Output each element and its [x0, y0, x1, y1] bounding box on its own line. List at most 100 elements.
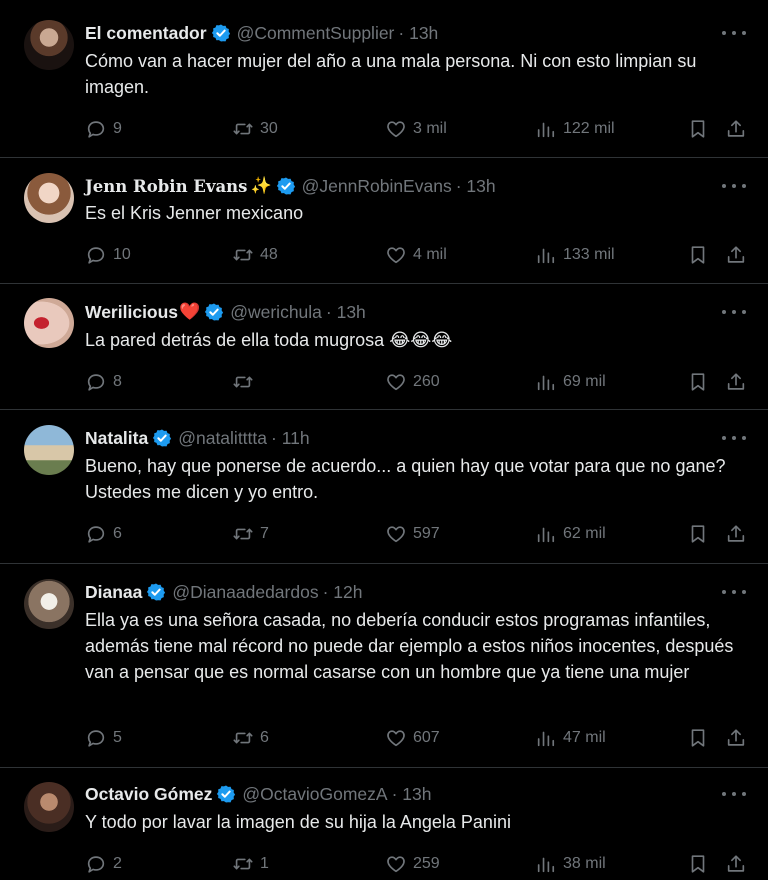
like-button[interactable]: 607 [385, 726, 440, 750]
bookmark-icon [687, 118, 709, 140]
display-name[interactable]: Werilicious [85, 302, 178, 323]
bookmark-button[interactable] [687, 117, 709, 141]
bookmark-button[interactable] [687, 522, 709, 546]
reply-button[interactable]: 6 [85, 522, 122, 546]
timestamp[interactable]: · 11h [271, 428, 310, 449]
views-button[interactable]: 69 mil [535, 370, 606, 394]
verified-badge-icon [216, 784, 236, 804]
share-button[interactable] [725, 243, 747, 267]
views-button[interactable]: 38 mil [535, 852, 606, 876]
like-button[interactable]: 3 mil [385, 117, 447, 141]
views-icon [535, 853, 557, 875]
reply-count: 9 [113, 120, 122, 137]
timestamp[interactable]: · 13h [392, 784, 432, 805]
like-button[interactable]: 597 [385, 522, 440, 546]
tweet[interactable]: Natalita @natalitttta · 11h Bueno, hay q… [0, 410, 768, 564]
reply-button[interactable]: 5 [85, 726, 122, 750]
reply-icon [85, 118, 107, 140]
handle[interactable]: @Dianaadedardos [172, 582, 318, 603]
like-count: 3 mil [413, 120, 447, 137]
share-button[interactable] [725, 370, 747, 394]
bookmark-button[interactable] [687, 370, 709, 394]
more-icon[interactable] [722, 784, 746, 804]
view-count: 62 mil [563, 525, 606, 542]
more-icon[interactable] [722, 23, 746, 43]
tweet[interactable]: Werilicious ❤️ @werichula · 13h La pared… [0, 284, 768, 410]
avatar[interactable] [24, 425, 74, 475]
views-button[interactable]: 133 mil [535, 243, 615, 267]
views-button[interactable]: 47 mil [535, 726, 606, 750]
avatar[interactable] [24, 782, 74, 832]
tweet[interactable]: Octavio Gómez @OctavioGomezA · 13h Y tod… [0, 768, 768, 880]
share-button[interactable] [725, 117, 747, 141]
display-name[interactable]: Natalita [85, 428, 148, 449]
display-name[interactable]: Dianaa [85, 582, 142, 603]
retweet-icon [232, 371, 254, 393]
tweet[interactable]: Jenn Robin Evans ✨ @JennRobinEvans · 13h… [0, 158, 768, 284]
display-name[interactable]: Jenn Robin Evans [85, 177, 247, 196]
timestamp[interactable]: · 13h [456, 176, 496, 197]
like-button[interactable]: 260 [385, 370, 440, 394]
timestamp[interactable]: · 13h [398, 23, 438, 44]
reply-button[interactable]: 10 [85, 243, 131, 267]
tweet[interactable]: El comentador @CommentSupplier · 13h Cóm… [0, 0, 768, 158]
avatar[interactable] [24, 20, 74, 70]
retweet-count: 6 [260, 729, 269, 746]
heart-icon [385, 727, 407, 749]
bookmark-button[interactable] [687, 726, 709, 750]
like-button[interactable]: 259 [385, 852, 440, 876]
handle[interactable]: @CommentSupplier [237, 23, 395, 44]
like-count: 4 mil [413, 246, 447, 263]
reply-count: 5 [113, 729, 122, 746]
sparkles-emoji: ✨ [250, 176, 272, 195]
views-button[interactable]: 122 mil [535, 117, 615, 141]
handle[interactable]: @JennRobinEvans [302, 176, 452, 197]
retweet-icon [232, 853, 254, 875]
more-icon[interactable] [722, 582, 746, 602]
tweet-text: Y todo por lavar la imagen de su hija la… [85, 812, 511, 832]
timestamp[interactable]: · 12h [323, 582, 363, 603]
handle[interactable]: @werichula [230, 302, 322, 323]
retweet-button[interactable]: 7 [232, 522, 269, 546]
avatar[interactable] [24, 579, 74, 629]
retweet-button[interactable] [232, 370, 260, 394]
share-button[interactable] [725, 522, 747, 546]
retweet-count: 48 [260, 246, 278, 263]
share-button[interactable] [725, 726, 747, 750]
share-button[interactable] [725, 852, 747, 876]
reply-button[interactable]: 2 [85, 852, 122, 876]
bookmark-button[interactable] [687, 243, 709, 267]
share-icon [725, 118, 747, 140]
retweet-icon [232, 523, 254, 545]
handle[interactable]: @natalitttta [178, 428, 267, 449]
tweet[interactable]: Dianaa @Dianaadedardos · 12h Ella ya es … [0, 564, 768, 768]
display-name[interactable]: El comentador [85, 23, 207, 44]
avatar[interactable] [24, 298, 74, 348]
heart-emoji: ❤️ [179, 302, 201, 321]
views-icon [535, 118, 557, 140]
more-icon[interactable] [722, 302, 746, 322]
verified-badge-icon [146, 582, 166, 602]
retweet-button[interactable]: 1 [232, 852, 269, 876]
reply-button[interactable]: 8 [85, 370, 122, 394]
display-name[interactable]: Octavio Gómez [85, 784, 212, 805]
timestamp[interactable]: · 13h [326, 302, 366, 323]
handle[interactable]: @OctavioGomezA [242, 784, 387, 805]
retweet-button[interactable]: 30 [232, 117, 278, 141]
bookmark-button[interactable] [687, 852, 709, 876]
more-icon[interactable] [722, 428, 746, 448]
avatar[interactable] [24, 173, 74, 223]
retweet-button[interactable]: 6 [232, 726, 269, 750]
reply-icon [85, 371, 107, 393]
tweet-text: Es el Kris Jenner mexicano [85, 203, 304, 223]
reply-button[interactable]: 9 [85, 117, 122, 141]
more-icon[interactable] [722, 176, 746, 196]
action-bar: 2 1 259 38 mil [85, 852, 747, 876]
retweet-icon [232, 118, 254, 140]
reply-count: 10 [113, 246, 131, 263]
retweet-button[interactable]: 48 [232, 243, 278, 267]
bookmark-icon [687, 853, 709, 875]
like-button[interactable]: 4 mil [385, 243, 447, 267]
views-button[interactable]: 62 mil [535, 522, 606, 546]
verified-badge-icon [204, 302, 224, 322]
